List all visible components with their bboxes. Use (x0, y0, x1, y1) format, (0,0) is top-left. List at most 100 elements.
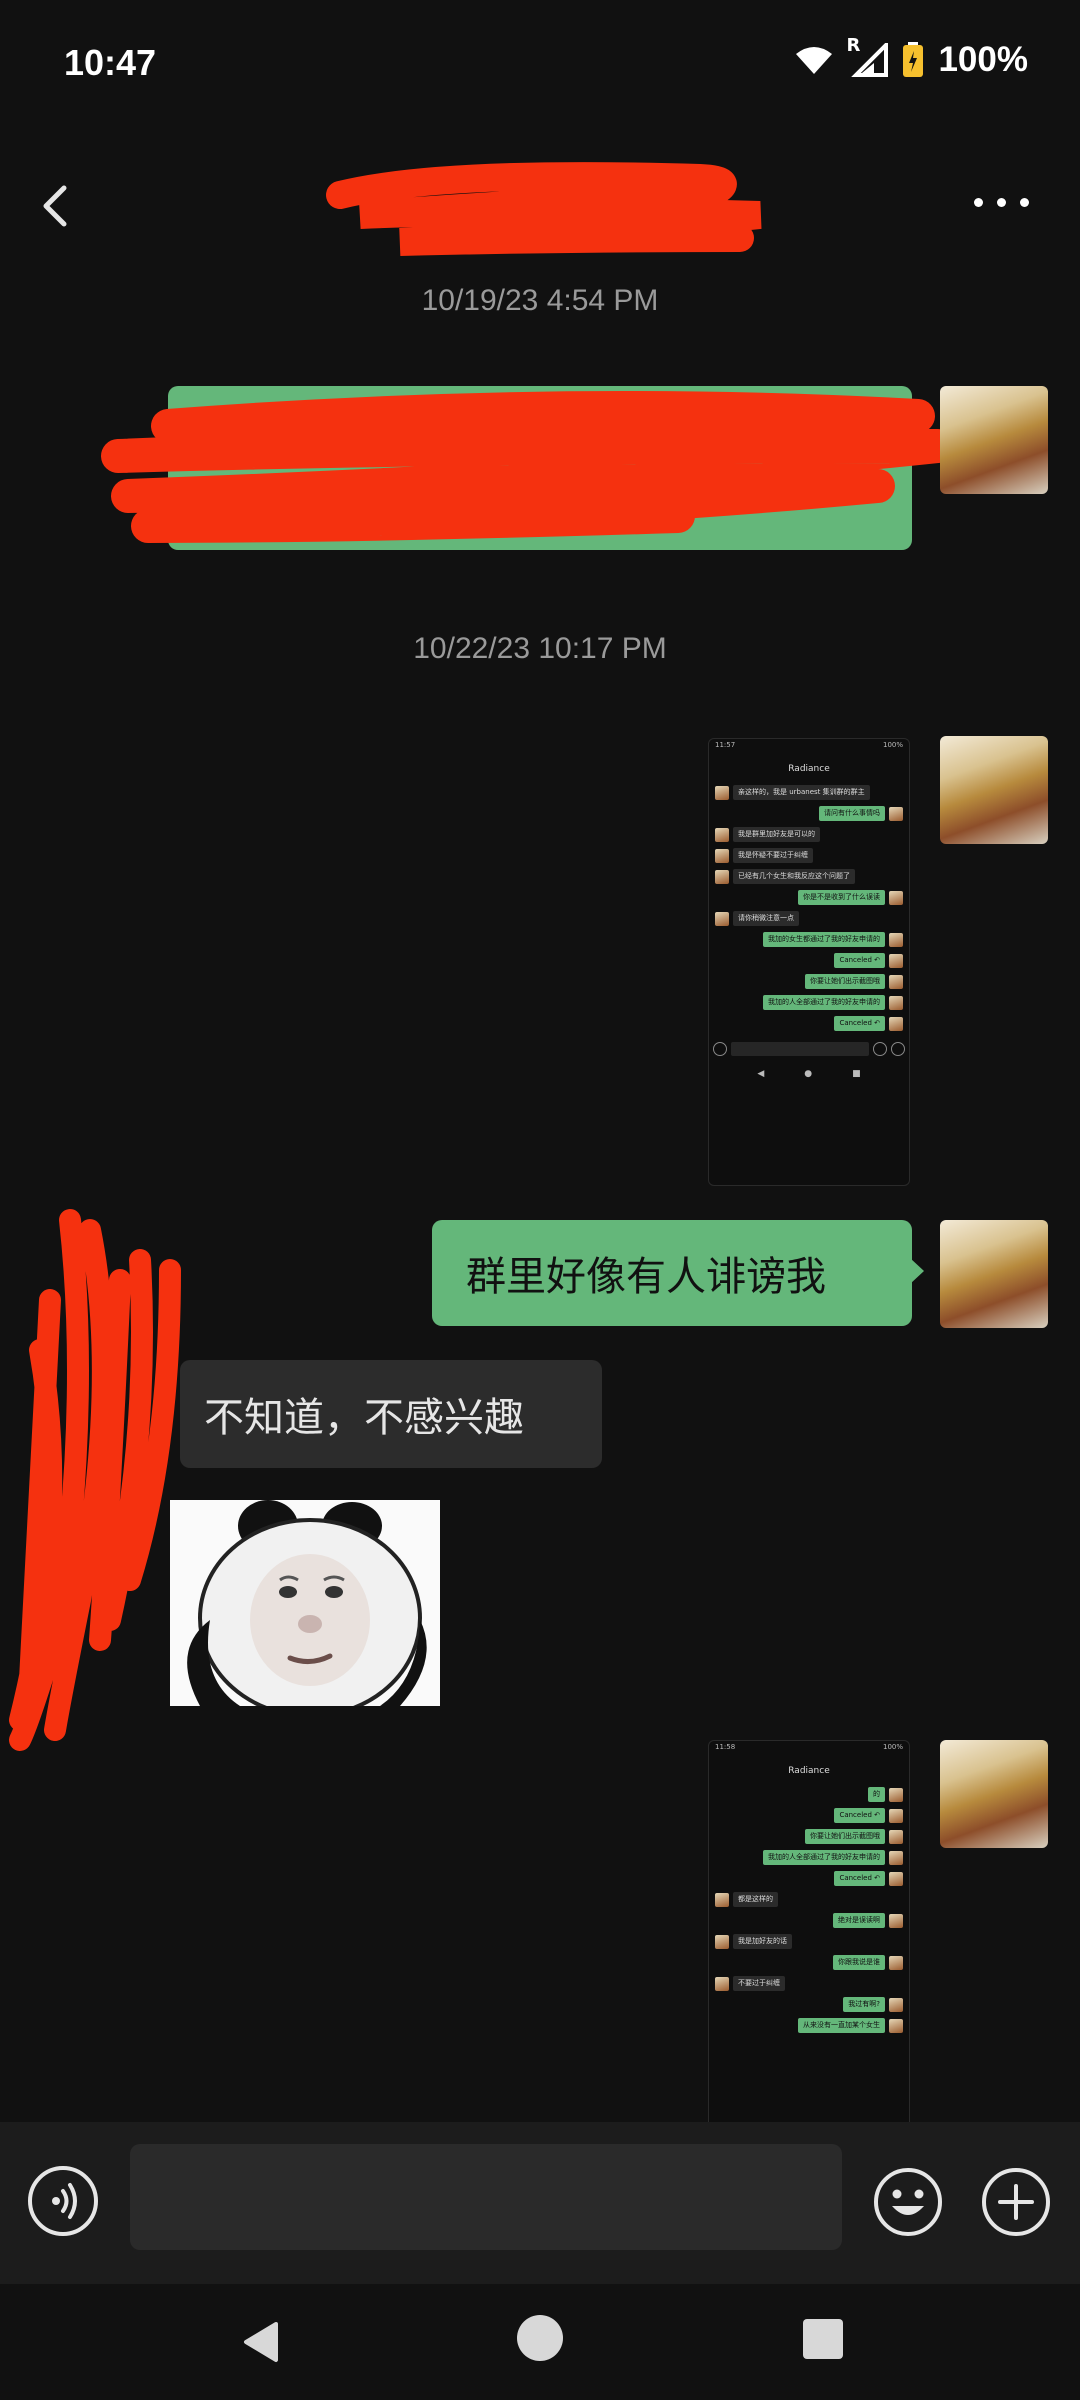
thumb-message-text: Canceled ↶ (834, 1016, 885, 1031)
thumb-message-row: Canceled ↶ (715, 1016, 903, 1031)
thumb-message-text: 的 (868, 1787, 885, 1802)
thumb-message-text: 绝对是误读啊 (833, 1913, 885, 1928)
thumb-voice-icon (713, 1042, 727, 1056)
nav-home-button[interactable] (514, 2312, 566, 2364)
voice-input-icon (52, 2183, 77, 2219)
thumb-message-text: 从来没有一直加某个女生 (798, 2018, 885, 2033)
thumb-avatar (889, 1808, 903, 1823)
thumb-avatar (715, 848, 729, 863)
thumb-message-list: 亲这样的，我是 urbanest 集训群的群主请问有什么事情吗我是群里加好友是可… (709, 785, 909, 1031)
nav-recents-button[interactable] (800, 2316, 846, 2362)
thumb-message-text: 我加的人全部通过了我的好友申请的 (763, 1850, 885, 1865)
thumb-input-bar (713, 1039, 905, 1059)
emoji-icon (874, 2168, 942, 2236)
thumb-avatar (889, 1871, 903, 1886)
thumb-avatar (889, 1955, 903, 1970)
status-time: 10:47 (64, 42, 157, 83)
thumb-avatar (889, 1016, 903, 1031)
back-button[interactable] (28, 170, 78, 240)
thumb-message-row: 我是怀疑不要过于纠缠 (715, 848, 903, 863)
thumb-message-row: 我加的人全部通过了我的好友申请的 (715, 995, 903, 1010)
thumb-message-row: 不要过于纠缠 (715, 1976, 903, 1991)
thumb-message-row: 你要让她们出示截图哦 (715, 1829, 903, 1844)
my-avatar[interactable] (940, 1740, 1048, 1848)
thumb-message-text: 我加的人全部通过了我的好友申请的 (763, 995, 885, 1010)
emoji-button[interactable] (872, 2166, 944, 2238)
chevron-left-icon (43, 185, 67, 227)
incoming-message-bubble[interactable]: 不知道，不感兴趣 (180, 1360, 602, 1468)
thumb-message-text: Canceled ↶ (834, 1808, 885, 1823)
thumb-status-bar: 11:57 100% (709, 739, 909, 759)
battery-percent: 100% (938, 40, 1028, 79)
thumb-message-row: 绝对是误读啊 (715, 1913, 903, 1928)
message-input[interactable] (130, 2144, 842, 2250)
screenshot-image-message[interactable]: 11:58 100% Radiance 的 Canceled ↶ 你要让她们出示截图… (708, 1740, 910, 2142)
my-avatar[interactable] (940, 386, 1048, 494)
chat-title-redaction (326, 162, 762, 256)
thumb-avatar (715, 1976, 729, 1991)
thumb-input-field (731, 1042, 869, 1056)
thumb-message-text: 你要让她们出示截图哦 (805, 1829, 885, 1844)
message-text: 群里好像有人诽谤我 (466, 1254, 826, 1300)
my-avatar[interactable] (940, 1220, 1048, 1328)
panda-face-sticker[interactable] (170, 1500, 440, 1706)
outgoing-message-bubble[interactable] (101, 386, 955, 550)
thumb-avatar (889, 953, 903, 968)
voice-input-button[interactable] (28, 2166, 98, 2236)
thumb-message-text: 你跟我说是谁 (833, 1955, 885, 1970)
thumb-message-row: 请你稍微注意一点 (715, 911, 903, 926)
thumb-message-row: 我加的女生都通过了我的好友申请的 (715, 932, 903, 947)
nav-back-button[interactable] (232, 2312, 292, 2372)
thumb-plus-icon (891, 1042, 905, 1056)
more-options-button[interactable] (966, 182, 1036, 222)
cellular-icon: R (846, 35, 889, 77)
nav-recents-icon (803, 2319, 843, 2359)
thumb-nav-home-icon: ● (804, 1069, 813, 1079)
thumb-message-row: 我是加好友的话 (715, 1934, 903, 1949)
chat-timestamp: 10/22/23 10:17 PM (413, 632, 667, 665)
thumb-message-text: 我过有啊? (843, 1997, 885, 2012)
thumb-message-text: 亲这样的，我是 urbanest 集训群的群主 (733, 785, 870, 800)
screenshot-image-message[interactable]: 11:57 100% Radiance 亲这样的，我是 urbanest 集训群… (708, 738, 910, 1186)
add-attachment-button[interactable] (980, 2166, 1052, 2238)
thumb-avatar (715, 869, 729, 884)
thumb-message-text: 你要让她们出示截图哦 (805, 974, 885, 989)
thumb-avatar (715, 1934, 729, 1949)
nav-home-icon (517, 2315, 563, 2361)
thumb-message-text: 不要过于纠缠 (733, 1976, 785, 1991)
thumb-message-text: 我加的女生都通过了我的好友申请的 (763, 932, 885, 947)
outgoing-message-bubble[interactable]: 群里好像有人诽谤我 (432, 1220, 912, 1326)
thumb-message-row: 都是这样的 (715, 1892, 903, 1907)
battery-icon (903, 42, 924, 77)
thumb-status-time: 11:58 (715, 1743, 736, 1751)
thumb-avatar (715, 1892, 729, 1907)
wifi-icon (796, 47, 833, 74)
more-dot (996, 197, 1006, 207)
thumb-nav-back-icon: ◀ (757, 1069, 765, 1079)
thumb-status-time: 11:57 (715, 741, 736, 749)
thumb-message-row: 的 (715, 1787, 903, 1802)
message-redaction (101, 391, 955, 543)
thumb-message-text: 请你稍微注意一点 (733, 911, 799, 926)
thumb-avatar (889, 995, 903, 1010)
thumb-nav-bar: ◀ ● ■ (709, 1061, 909, 1087)
my-avatar[interactable] (940, 736, 1048, 844)
thumb-avatar (715, 911, 729, 926)
thumb-message-text: 请问有什么事情吗 (819, 806, 885, 821)
thumb-message-text: 我是群里加好友是可以的 (733, 827, 820, 842)
message-text: 不知道，不感兴趣 (204, 1395, 524, 1441)
thumb-chat-title: Radiance (788, 764, 830, 774)
thumb-avatar (889, 1997, 903, 2012)
thumb-message-text: 我是加好友的话 (733, 1934, 792, 1949)
thumb-message-list: 的 Canceled ↶ 你要让她们出示截图哦 我加的人全部通过了我的好友申请的 Can… (709, 1787, 909, 2033)
thumb-avatar (889, 890, 903, 905)
thumb-message-text: 已经有几个女生和我反应这个问题了 (733, 869, 855, 884)
thumb-avatar (889, 1913, 903, 1928)
more-dot (1019, 197, 1029, 207)
thumb-avatar (889, 1829, 903, 1844)
thumb-message-row: 你要让她们出示截图哦 (715, 974, 903, 989)
thumb-message-row: 我加的人全部通过了我的好友申请的 (715, 1850, 903, 1865)
thumb-message-text: Canceled ↶ (834, 953, 885, 968)
chat-timestamp: 10/19/23 4:54 PM (421, 284, 659, 317)
thumb-avatar (715, 827, 729, 842)
